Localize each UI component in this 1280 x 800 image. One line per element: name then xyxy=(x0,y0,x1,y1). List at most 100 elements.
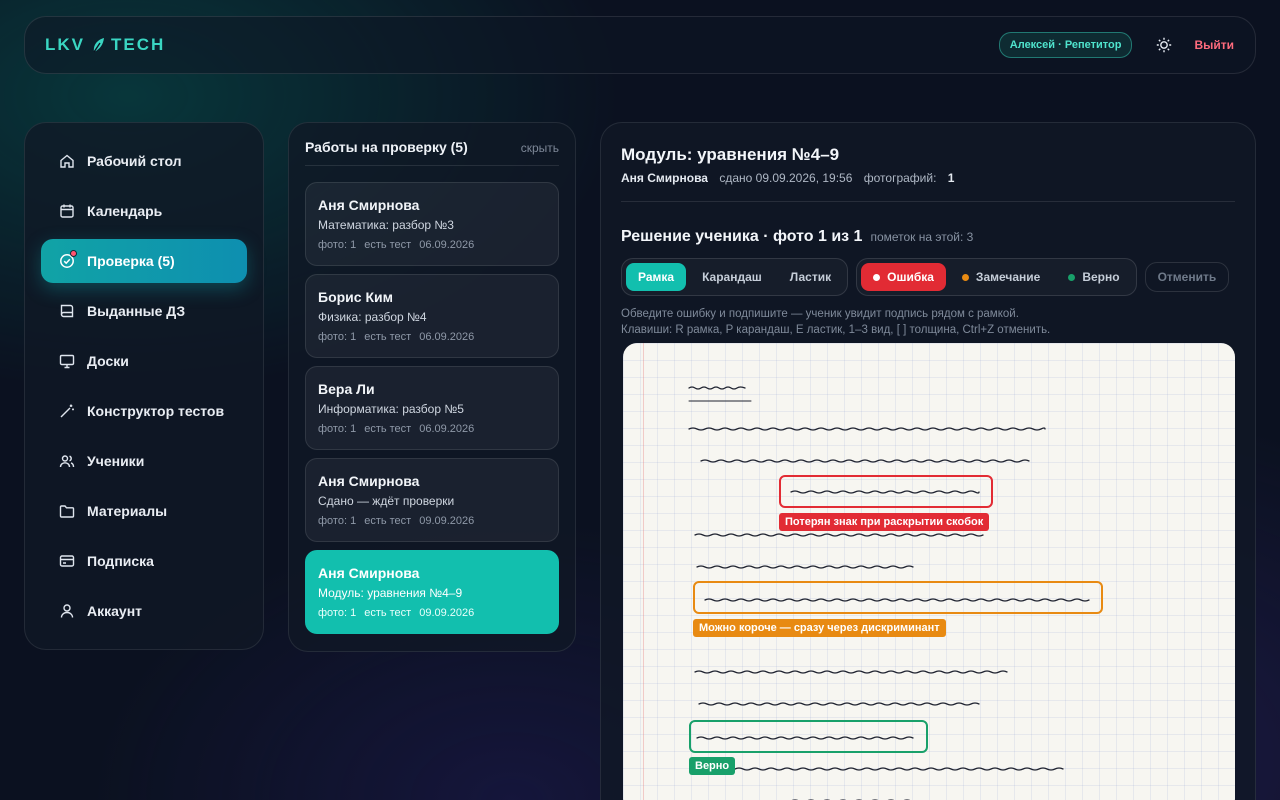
test-flag: есть тест xyxy=(364,331,412,343)
sidebar-item-label: Доски xyxy=(87,353,129,369)
hide-button[interactable]: скрыть xyxy=(521,141,559,155)
folder-icon xyxy=(59,503,75,519)
solution-header: Решение ученика · фото 1 из 1 пометок на… xyxy=(621,228,1235,246)
home-icon xyxy=(59,153,75,169)
submitted-at: сдано 09.09.2026, 19:56 xyxy=(719,171,853,185)
student-name: Аня Смирнова xyxy=(621,171,708,185)
work-date: 06.09.2026 xyxy=(419,423,475,435)
work-subject: Модуль: уравнения №4–9 xyxy=(318,586,463,600)
hint-text: Обведите ошибку и подпишите — ученик уви… xyxy=(621,306,1235,338)
photo-count: фото: 1 xyxy=(318,607,357,619)
test-flag: есть тест xyxy=(364,515,412,527)
mark-correct-button[interactable]: Верно xyxy=(1056,263,1131,291)
works-title: Работы на проверку (5) xyxy=(305,139,468,155)
work-subject: Математика: разбор №3 xyxy=(318,218,454,232)
sidebar-item-label: Подписка xyxy=(87,553,154,569)
sidebar-item-dashboard[interactable]: Рабочий стол xyxy=(41,139,247,183)
test-flag: есть тест xyxy=(364,607,412,619)
photo-count: фото: 1 xyxy=(318,331,357,343)
work-date: 09.09.2026 xyxy=(419,515,475,527)
dot-icon xyxy=(873,273,881,281)
sidebar-item-label: Календарь xyxy=(87,203,163,219)
sidebar-item-materials[interactable]: Материалы xyxy=(41,489,247,533)
wand-icon xyxy=(59,403,75,419)
correct-frame[interactable] xyxy=(689,720,928,753)
tool-eraser-button[interactable]: Ластик xyxy=(778,263,843,291)
mark-type-label: Верно xyxy=(1082,270,1120,284)
work-meta: фото: 1 есть тест 06.09.2026 xyxy=(318,423,546,435)
calendar-icon xyxy=(59,203,75,219)
user-icon xyxy=(59,603,75,619)
marks-count: пометок на этой: 3 xyxy=(870,230,974,244)
dot-icon xyxy=(1068,273,1076,281)
solution-photo[interactable]: Потерян знак при раскрытии скобок Можно … xyxy=(623,343,1235,800)
notification-dot xyxy=(70,250,77,257)
work-card[interactable]: Аня Смирнова Сдано — ждёт проверки фото:… xyxy=(305,458,559,542)
logout-button[interactable]: Выйти xyxy=(1194,38,1234,52)
sidebar-item-test-builder[interactable]: Конструктор тестов xyxy=(41,389,247,433)
sidebar: Рабочий стол Календарь Проверка (5) Выда… xyxy=(24,122,264,650)
submission-meta: Аня Смирнова сдано 09.09.2026, 19:56 фот… xyxy=(621,171,1235,202)
photo-count: фото: 1 xyxy=(318,515,357,527)
student-name: Аня Смирнова xyxy=(318,473,420,489)
work-date: 06.09.2026 xyxy=(419,331,475,343)
mark-remark-button[interactable]: Замечание xyxy=(950,263,1052,291)
error-frame[interactable] xyxy=(779,475,993,508)
tool-frame-button[interactable]: Рамка xyxy=(626,263,687,291)
sidebar-item-homework[interactable]: Выданные ДЗ xyxy=(41,289,247,333)
mark-error-button[interactable]: Ошибка xyxy=(861,263,946,291)
monitor-icon xyxy=(59,353,75,369)
review-panel: Модуль: уравнения №4–9 Аня Смирнова сдан… xyxy=(600,122,1256,800)
correct-label[interactable]: Верно xyxy=(689,757,736,775)
remark-label[interactable]: Можно короче — сразу через дискриминант xyxy=(693,619,946,637)
mark-type-label: Ошибка xyxy=(887,270,934,284)
works-panel: Работы на проверку (5) скрыть Аня Смирно… xyxy=(288,122,576,652)
work-subject: Сдано — ждёт проверки xyxy=(318,494,455,508)
photo-count: фото: 1 xyxy=(318,239,357,251)
logo[interactable]: LKV TECH xyxy=(45,35,165,55)
work-subject: Информатика: разбор №5 xyxy=(318,402,464,416)
sidebar-item-boards[interactable]: Доски xyxy=(41,339,247,383)
solution-title: Решение ученика · фото 1 из 1 xyxy=(621,228,863,245)
sidebar-item-label: Конструктор тестов xyxy=(87,403,225,419)
test-flag: есть тест xyxy=(364,239,412,251)
sidebar-item-students[interactable]: Ученики xyxy=(41,439,247,483)
tool-group: Рамка Карандаш Ластик xyxy=(621,258,849,296)
mark-type-group: Ошибка Замечание Верно xyxy=(856,258,1137,296)
leaf-icon xyxy=(91,37,105,53)
sidebar-item-label: Выданные ДЗ xyxy=(87,303,186,319)
user-badge[interactable]: Алексей · Репетитор xyxy=(998,32,1133,58)
top-bar: LKV TECH Алексей · Репетитор Выйти xyxy=(24,16,1256,74)
work-meta: фото: 1 есть тест 09.09.2026 xyxy=(318,607,546,619)
work-card[interactable]: Вера Ли Информатика: разбор №5 фото: 1 ес… xyxy=(305,366,559,450)
work-card[interactable]: Аня Смирнова Математика: разбор №3 фото:… xyxy=(305,182,559,266)
hint-line: Клавиши: R рамка, P карандаш, E ластик, … xyxy=(621,324,1051,336)
sidebar-item-review[interactable]: Проверка (5) xyxy=(41,239,247,283)
photos-label: фотографий: xyxy=(863,171,937,185)
annotation-toolbar: Рамка Карандаш Ластик Ошибка Замечание В… xyxy=(621,258,1235,296)
mark-type-label: Замечание xyxy=(975,270,1041,284)
remark-frame[interactable] xyxy=(693,581,1103,614)
sidebar-item-account[interactable]: Аккаунт xyxy=(41,589,247,633)
work-card[interactable]: Борис Ким Физика: разбор №4 фото: 1 есть … xyxy=(305,274,559,358)
sidebar-item-label: Аккаунт xyxy=(87,603,143,619)
test-flag: есть тест xyxy=(364,423,412,435)
tool-pencil-button[interactable]: Карандаш xyxy=(690,263,774,291)
sidebar-item-label: Ученики xyxy=(87,453,145,469)
work-date: 06.09.2026 xyxy=(419,239,475,251)
photo-count: фото: 1 xyxy=(318,423,357,435)
work-meta: фото: 1 есть тест 06.09.2026 xyxy=(318,239,546,251)
work-card-selected[interactable]: Аня Смирнова Модуль: уравнения №4–9 фото… xyxy=(305,550,559,634)
student-name: Борис Ким xyxy=(318,289,393,305)
error-label[interactable]: Потерян знак при раскрытии скобок xyxy=(779,513,990,531)
work-subject: Физика: разбор №4 xyxy=(318,310,427,324)
sidebar-item-subscription[interactable]: Подписка xyxy=(41,539,247,583)
sun-icon[interactable] xyxy=(1154,35,1174,55)
student-name: Вера Ли xyxy=(318,381,375,397)
undo-button[interactable]: Отменить xyxy=(1144,262,1230,292)
module-title: Модуль: уравнения №4–9 xyxy=(621,145,840,164)
sidebar-item-calendar[interactable]: Календарь xyxy=(41,189,247,233)
card-icon xyxy=(59,553,75,569)
work-meta: фото: 1 есть тест 06.09.2026 xyxy=(318,331,546,343)
sidebar-item-label: Материалы xyxy=(87,503,168,519)
